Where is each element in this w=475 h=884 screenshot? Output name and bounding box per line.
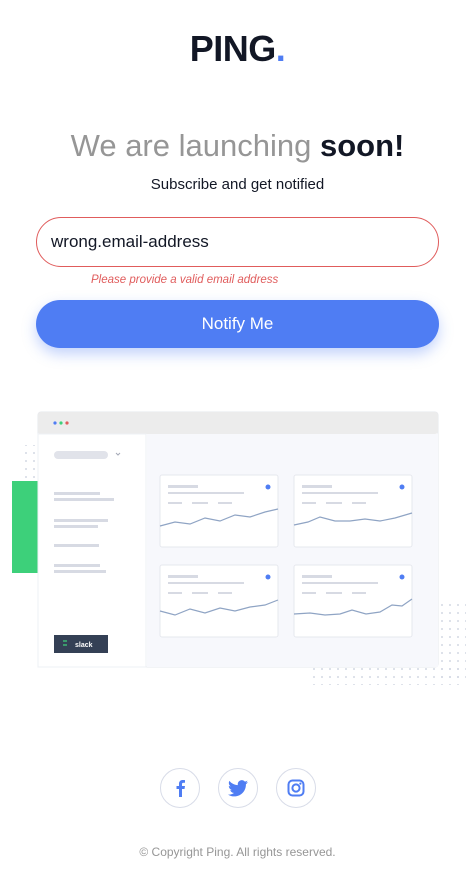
window-dot-red bbox=[65, 421, 69, 425]
headline-lead: We are launching bbox=[70, 128, 312, 163]
dashboard-illustration: slack bbox=[12, 411, 466, 685]
instagram-icon bbox=[287, 779, 304, 797]
window-dot-green bbox=[59, 421, 63, 425]
twitter-link[interactable] bbox=[217, 768, 258, 808]
window-dot-blue bbox=[53, 421, 57, 425]
instagram-link[interactable] bbox=[275, 768, 316, 808]
facebook-icon bbox=[176, 780, 185, 797]
copyright-text: © Copyright Ping. All rights reserved. bbox=[139, 845, 336, 859]
email-error-message: Please provide a valid email address bbox=[91, 274, 279, 286]
window-titlebar bbox=[38, 412, 438, 434]
logo: PING. bbox=[0, 28, 475, 70]
twitter-icon bbox=[227, 779, 248, 796]
notify-me-button[interactable]: Notify Me bbox=[36, 300, 439, 348]
sidebar-select bbox=[54, 451, 108, 459]
window-sidebar bbox=[37, 433, 147, 668]
social-links bbox=[0, 768, 475, 808]
headline-emphasis: soon! bbox=[319, 128, 405, 163]
email-field[interactable] bbox=[36, 217, 439, 267]
logo-text: PING bbox=[189, 28, 277, 69]
subheading: Subscribe and get notified bbox=[150, 176, 325, 193]
facebook-link[interactable] bbox=[159, 768, 200, 808]
logo-dot: . bbox=[275, 28, 286, 69]
slack-badge-label: slack bbox=[75, 642, 93, 649]
dot-pattern-bottom bbox=[312, 665, 462, 685]
page-title: We are launching soon! bbox=[0, 128, 475, 164]
